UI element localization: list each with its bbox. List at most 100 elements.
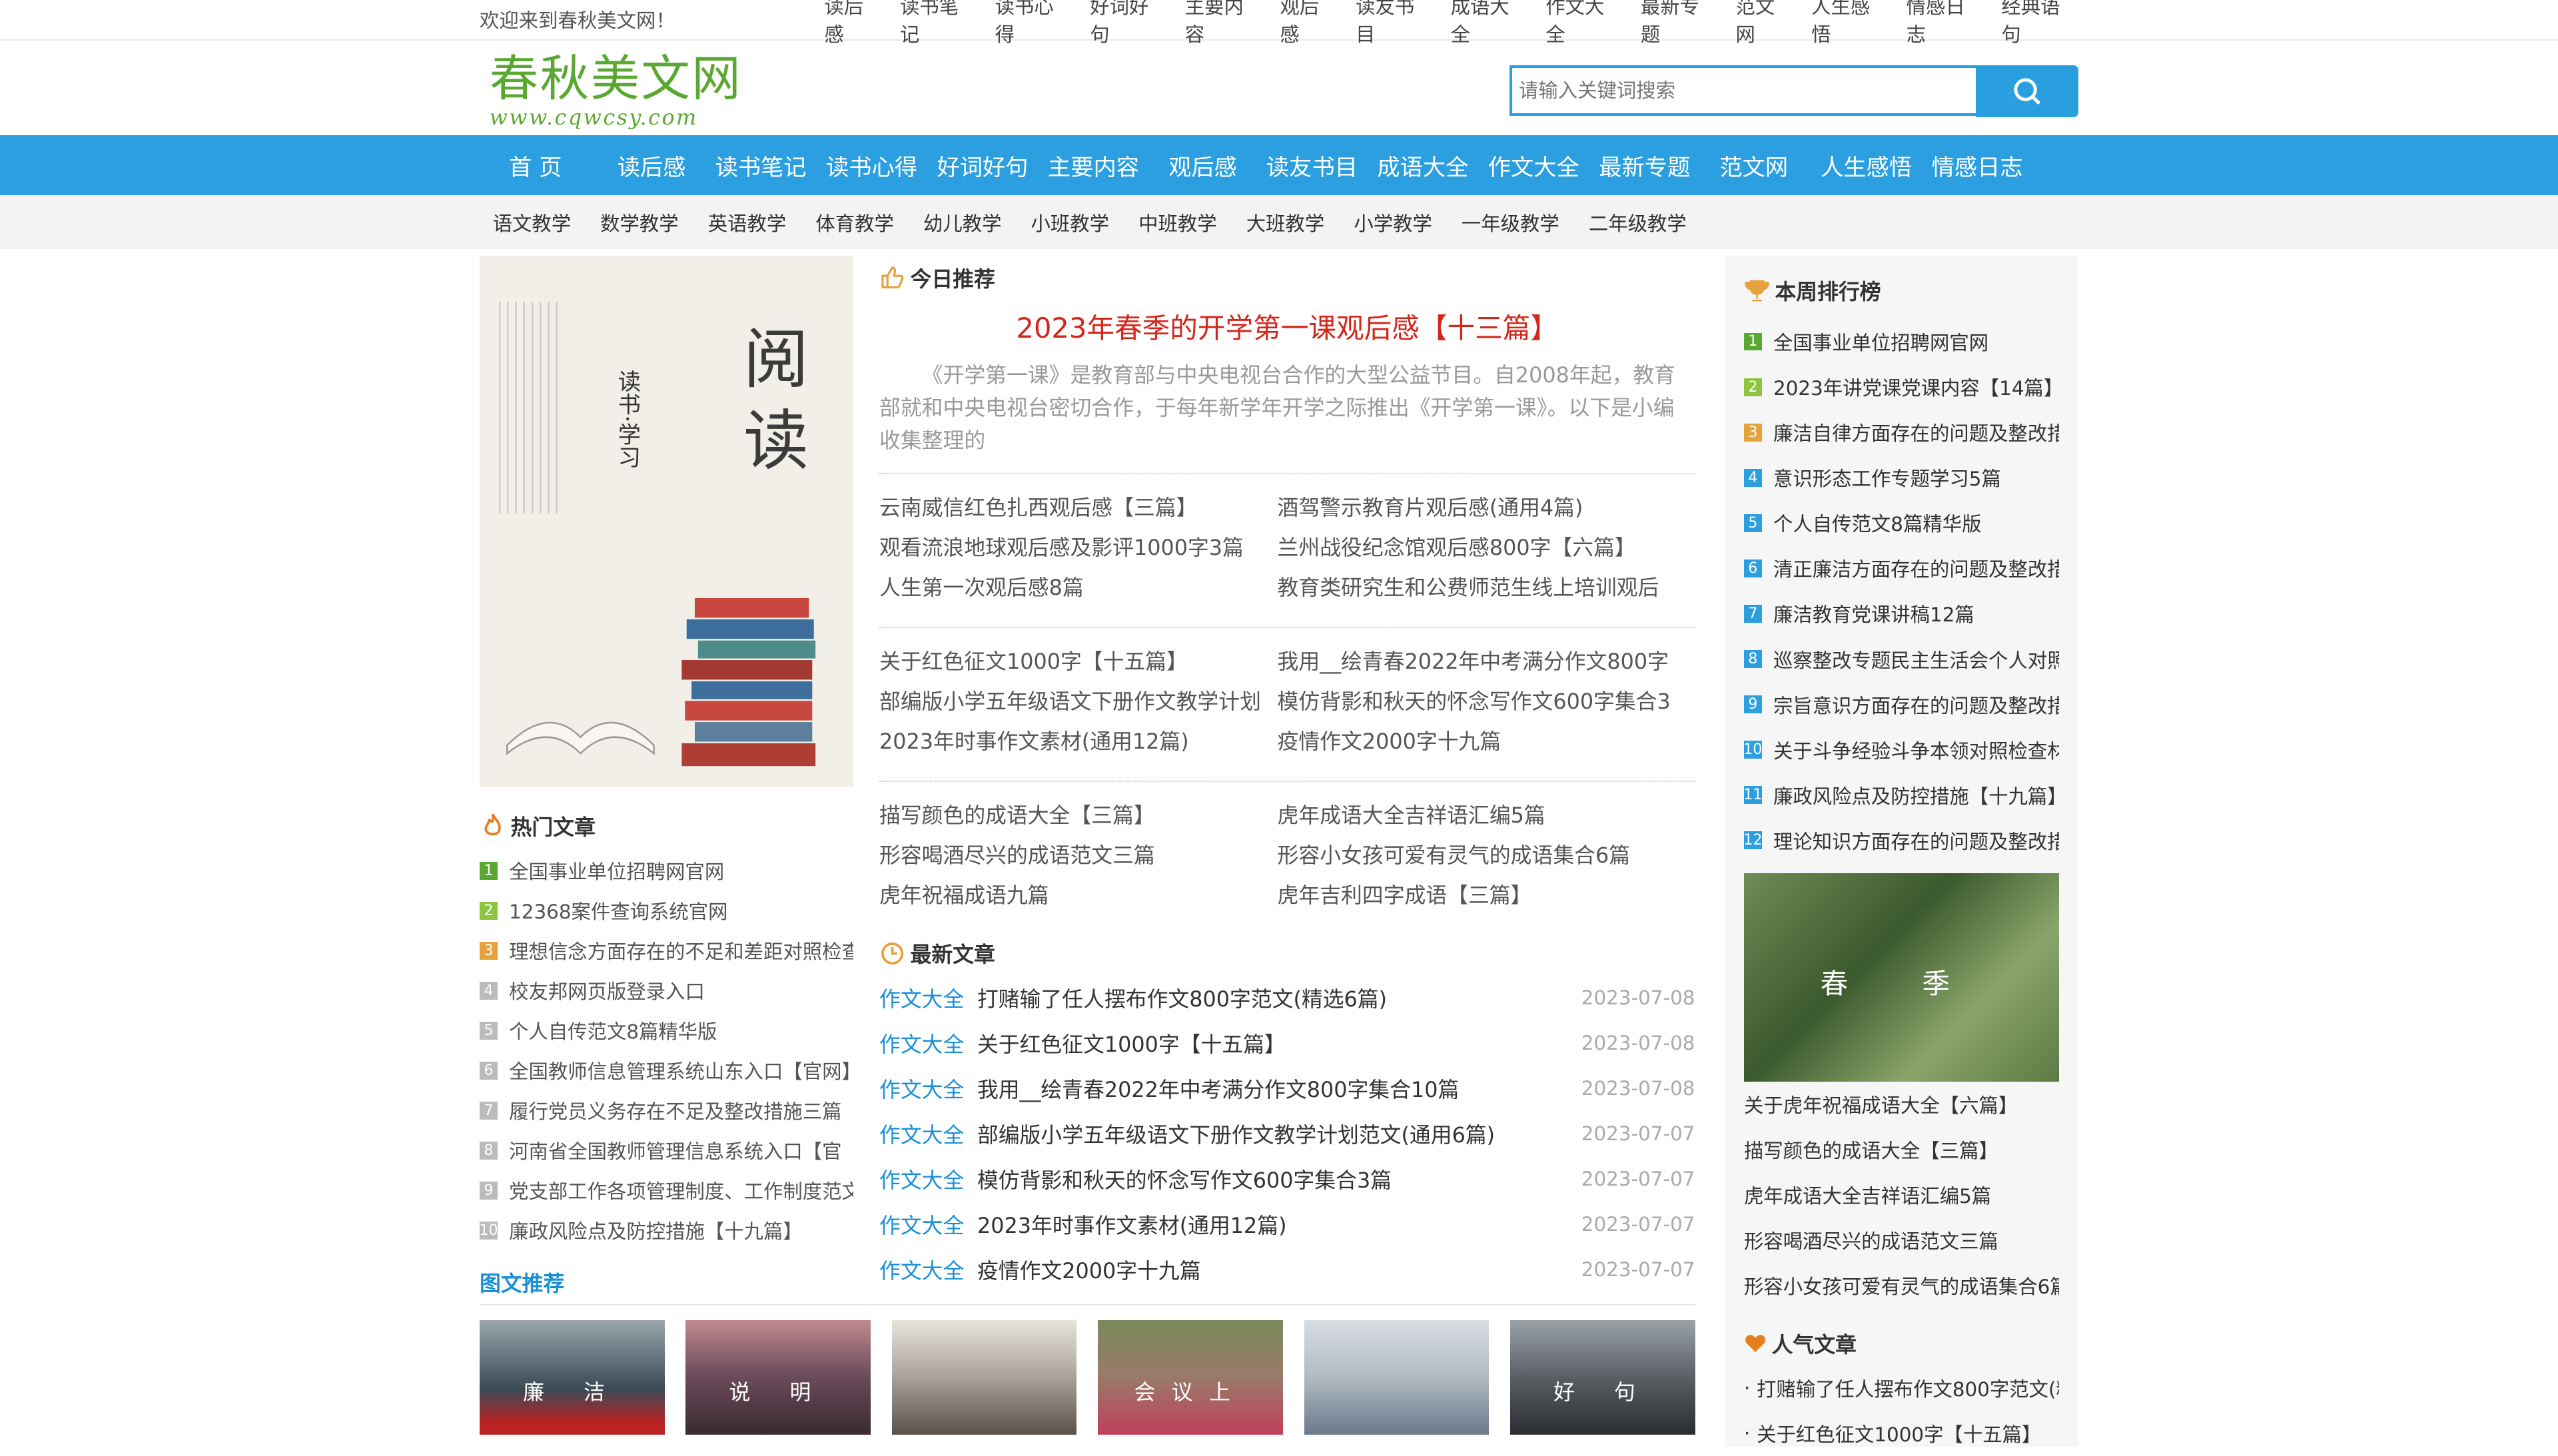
list-item[interactable]: · 打赌输了任人摆布作文800字范文(精 (1744, 1365, 2059, 1411)
list-item[interactable]: 4 校友邦网页版登录入口 (480, 970, 853, 1010)
category-link[interactable]: 作文大全 (879, 982, 977, 1013)
nav-item[interactable]: 观后感 (1158, 149, 1256, 182)
list-item[interactable]: 作文大全 关于红色征文1000字【十五篇】 2023-07-08 (879, 1020, 1695, 1066)
list-item[interactable]: 作文大全 我用__绘青春2022年中考满分作文800字集合10篇 2023-07-0… (879, 1066, 1695, 1111)
subnav-item[interactable]: 小班教学 (1031, 208, 1110, 236)
article-link[interactable]: 虎年吉利四字成语【三篇】 (1278, 879, 1676, 918)
list-item[interactable]: 作文大全 部编版小学五年级语文下册作文教学计划范文(通用6篇) 2023-07-07 (879, 1111, 1695, 1156)
nav-item[interactable]: 作文大全 (1478, 149, 1589, 182)
nav-item[interactable]: 最新专题 (1589, 149, 1710, 182)
list-item[interactable]: 形容小女孩可爱有灵气的成语集合6篇 (1744, 1263, 2059, 1308)
list-item[interactable]: 9 宗旨意识方面存在的问题及整改措施 (1743, 682, 2059, 727)
subnav-item[interactable]: 英语教学 (708, 208, 787, 236)
article-link[interactable]: 2023年时事作文素材(通用12篇) (879, 725, 1278, 765)
nav-item[interactable]: 人生感悟 (1811, 149, 1921, 182)
list-item[interactable]: 10 关于斗争经验斗争本领对照检查材料 (1743, 727, 2059, 773)
article-link[interactable]: 我用__绘青春2022年中考满分作文800字 (1278, 645, 1676, 685)
article-link[interactable]: 疫情作文2000字十九篇 (1278, 725, 1676, 765)
subnav-item[interactable]: 小学教学 (1354, 208, 1432, 236)
list-item[interactable]: 作文大全 打赌输了任人摆布作文800字范文(精选6篇) 2023-07-08 (879, 975, 1695, 1020)
article-link[interactable]: 虎年祝福成语九篇 (879, 879, 1278, 918)
nav-item-home[interactable]: 首 页 (480, 149, 608, 182)
article-link[interactable]: 描写颜色的成语大全【三篇】 (879, 799, 1278, 839)
article-link[interactable]: 打赌输了任人摆布作文800字范文(精选6篇) (977, 982, 1581, 1013)
list-item[interactable]: 10 廉政风险点及防控措施【十九篇】 (480, 1210, 853, 1250)
article-link[interactable]: 2023年时事作文素材(通用12篇) (977, 1209, 1581, 1240)
article-link[interactable]: 云南威信红色扎西观后感【三篇】 (879, 491, 1278, 531)
subnav-item[interactable]: 中班教学 (1138, 208, 1217, 236)
list-item[interactable]: 6 清正廉洁方面存在的问题及整改措施 (1743, 546, 2059, 591)
article-link[interactable]: 模仿背影和秋天的怀念写作文600字集合3 (1278, 685, 1676, 725)
picture-card[interactable]: 说 明 (685, 1320, 871, 1435)
list-item[interactable]: 3 廉洁自律方面存在的问题及整改措施 (1743, 410, 2059, 455)
article-link[interactable]: 形容小女孩可爱有灵气的成语集合6篇 (1278, 839, 1676, 879)
list-item[interactable]: 1 全国事业单位招聘网官网 (480, 851, 853, 891)
hero-image[interactable]: 读书·学习 阅读 (480, 256, 853, 788)
nav-item[interactable]: 成语大全 (1368, 149, 1478, 182)
list-item[interactable]: 4 意识形态工作专题学习5篇 (1743, 455, 2059, 500)
featured-photo[interactable]: 春 季 (1743, 873, 2059, 1082)
nav-item[interactable]: 范文网 (1710, 149, 1811, 182)
list-item[interactable]: 作文大全 模仿背影和秋天的怀念写作文600字集合3篇 2023-07-07 (879, 1156, 1695, 1202)
picture-card[interactable]: 好 句 (1509, 1320, 1695, 1435)
article-link[interactable]: 教育类研究生和公费师范生线上培训观后 (1278, 571, 1676, 611)
nav-item[interactable]: 主要内容 (1038, 149, 1158, 182)
article-link[interactable]: 我用__绘青春2022年中考满分作文800字集合10篇 (977, 1073, 1581, 1104)
category-link[interactable]: 作文大全 (879, 1028, 977, 1058)
subnav-item[interactable]: 语文教学 (493, 208, 572, 236)
category-link[interactable]: 作文大全 (879, 1164, 977, 1194)
nav-item[interactable]: 好词好句 (927, 149, 1038, 182)
list-item[interactable]: 8 巡察整改专题民主生活会个人对照检查 (1743, 637, 2059, 682)
list-item[interactable]: 12 理论知识方面存在的问题及整改措施 (1743, 818, 2059, 863)
picture-card[interactable]: 会议上 (1098, 1320, 1283, 1435)
category-link[interactable]: 作文大全 (879, 1118, 977, 1149)
article-link[interactable]: 关于红色征文1000字【十五篇】 (879, 645, 1278, 685)
nav-item[interactable]: 读后感 (608, 149, 705, 182)
subnav-item[interactable]: 幼儿教学 (923, 208, 1002, 236)
list-item[interactable]: 6 全国教师信息管理系统山东入口【官网】 (480, 1050, 853, 1090)
list-item[interactable]: 作文大全 2023年时事作文素材(通用12篇) 2023-07-07 (879, 1202, 1695, 1247)
picture-card[interactable]: 廉 洁 (480, 1320, 665, 1435)
list-item[interactable]: 2 2023年讲党课党课内容【14篇】 (1743, 364, 2059, 410)
nav-item[interactable]: 读友书目 (1256, 149, 1367, 182)
site-logo[interactable]: 春秋美文网 www.cqwcsy.com (490, 53, 743, 129)
subnav-item[interactable]: 体育教学 (815, 208, 894, 236)
list-item[interactable]: 7 廉洁教育党课讲稿12篇 (1743, 591, 2059, 636)
article-link[interactable]: 人生第一次观后感8篇 (879, 571, 1278, 611)
list-item[interactable]: 1 全国事业单位招聘网官网 (1743, 319, 2059, 364)
nav-item[interactable]: 读书笔记 (705, 149, 816, 182)
search-button[interactable] (1975, 65, 2079, 117)
article-link[interactable]: 形容喝酒尽兴的成语范文三篇 (879, 839, 1278, 879)
subnav-item[interactable]: 一年级教学 (1462, 208, 1559, 236)
article-link[interactable]: 虎年成语大全吉祥语汇编5篇 (1278, 799, 1676, 839)
list-item[interactable]: 5 个人自传范文8篇精华版 (480, 1010, 853, 1050)
list-item[interactable]: 虎年成语大全吉祥语汇编5篇 (1744, 1172, 2059, 1218)
article-link[interactable]: 酒驾警示教育片观后感(通用4篇) (1278, 491, 1676, 531)
category-link[interactable]: 作文大全 (879, 1209, 977, 1240)
list-item[interactable]: 8 河南省全国教师管理信息系统入口【官 (480, 1130, 853, 1170)
subnav-item[interactable]: 二年级教学 (1589, 208, 1687, 236)
list-item[interactable]: 7 履行党员义务存在不足及整改措施三篇 (480, 1090, 853, 1130)
article-link[interactable]: 关于红色征文1000字【十五篇】 (977, 1028, 1581, 1058)
featured-title[interactable]: 2023年春季的开学第一课观后感【十三篇】 (879, 306, 1695, 346)
list-item[interactable]: 描写颜色的成语大全【三篇】 (1744, 1127, 2059, 1172)
list-item[interactable]: · 关于红色征文1000字【十五篇】 (1744, 1411, 2059, 1456)
nav-item[interactable]: 情感日志 (1922, 149, 2032, 182)
subnav-item[interactable]: 大班教学 (1246, 208, 1325, 236)
list-item[interactable]: 11 廉政风险点及防控措施【十九篇】 (1743, 773, 2059, 818)
list-item[interactable]: 9 党支部工作各项管理制度、工作制度范文 (480, 1170, 853, 1210)
subnav-item[interactable]: 数学教学 (600, 208, 679, 236)
article-link[interactable]: 模仿背影和秋天的怀念写作文600字集合3篇 (977, 1164, 1581, 1194)
article-link[interactable]: 观看流浪地球观后感及影评1000字3篇 (879, 531, 1278, 571)
category-link[interactable]: 作文大全 (879, 1073, 977, 1104)
list-item[interactable]: 2 12368案件查询系统官网 (480, 891, 853, 930)
article-link[interactable]: 部编版小学五年级语文下册作文教学计划 (879, 685, 1278, 725)
list-item[interactable]: 关于虎年祝福成语大全【六篇】 (1744, 1082, 2059, 1127)
search-input[interactable] (1509, 65, 1976, 117)
list-item[interactable]: 5 个人自传范文8篇精华版 (1743, 500, 2059, 546)
list-item[interactable]: 形容喝酒尽兴的成语范文三篇 (1744, 1218, 2059, 1263)
list-item[interactable]: 3 理想信念方面存在的不足和差距对照检查 (480, 930, 853, 970)
nav-item[interactable]: 读书心得 (816, 149, 927, 182)
article-link[interactable]: 部编版小学五年级语文下册作文教学计划范文(通用6篇) (977, 1118, 1581, 1149)
picture-card[interactable] (891, 1320, 1077, 1435)
